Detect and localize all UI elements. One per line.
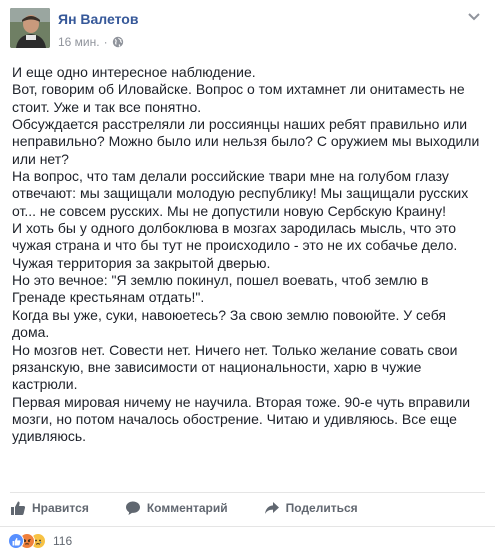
facebook-post: Ян Валетов 16 мин. · И еще одно интересн… [0,0,495,556]
chevron-down-icon[interactable] [467,12,481,22]
post-paragraph: Когда вы уже, суки, навоюетесь? За свою … [12,306,446,341]
reactions-count: 116 [53,534,73,548]
like-button[interactable]: Нравится [10,500,89,516]
like-label: Нравится [32,501,89,515]
comment-label: Комментарий [146,501,228,515]
post-paragraph: Вот, говорим об Иловайске. Вопрос о том … [12,81,465,115]
post-paragraph: И хоть бы у одного долбоклюва в мозгах з… [12,220,458,271]
post-paragraph: На вопрос, что там делали российские тва… [12,168,469,219]
post-actions: Нравится Комментарий Поделиться [10,496,394,520]
reactions-divider [0,526,495,527]
author-name[interactable]: Ян Валетов [58,10,138,28]
share-label: Поделиться [285,501,358,515]
post-paragraph: Первая мировая ничему не научила. Вторая… [12,393,471,445]
reactions-summary[interactable]: 116 [8,533,72,549]
share-icon [264,502,279,514]
share-button[interactable]: Поделиться [264,500,358,516]
meta-dot: · [103,35,108,49]
actions-divider [10,492,485,493]
post-header: Ян Валетов 16 мин. · [10,8,138,54]
post-paragraph: Обсуждается расстреляли ли россиянцы наш… [12,116,480,167]
like-icon [8,533,24,549]
avatar-photo [10,8,50,48]
author-avatar[interactable] [10,8,50,48]
globe-icon[interactable] [112,36,124,48]
comment-icon [125,501,140,515]
comment-button[interactable]: Комментарий [125,500,228,516]
thumbs-up-icon [11,501,26,515]
post-time[interactable]: 16 мин. [58,34,100,50]
post-paragraph: Но мозгов нет. Совести нет. Ничего нет. … [12,341,458,393]
post-body: И еще одно интересное наблюдение. Вот, г… [12,64,486,446]
post-paragraph: И еще одно интересное наблюдение. [12,64,256,80]
post-paragraph: Но это вечное: "Я землю покинул, пошел в… [12,272,429,306]
post-meta: 16 мин. · [58,34,138,50]
